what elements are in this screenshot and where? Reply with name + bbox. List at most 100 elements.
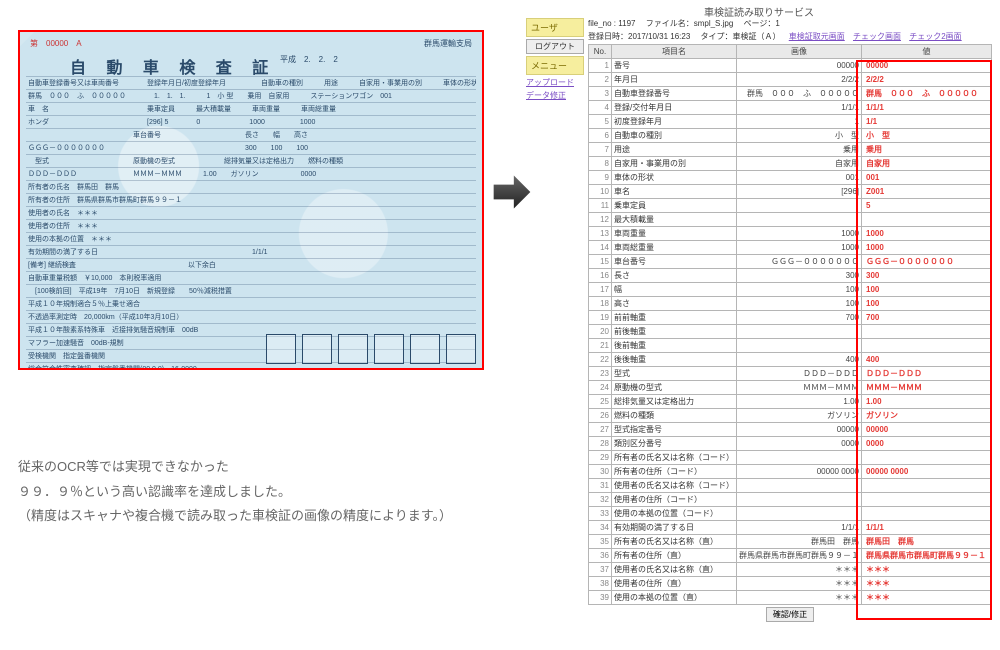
- cell-img: 1/1/1: [737, 521, 862, 535]
- cell-val[interactable]: [862, 507, 992, 521]
- check-screen-link[interactable]: チェック画面: [853, 32, 901, 41]
- cell-no: 9: [589, 171, 612, 185]
- origin-screen-link[interactable]: 車検証取元画面: [789, 32, 845, 41]
- cell-no: 33: [589, 507, 612, 521]
- table-row: 39使用の本拠の位置（直）＊＊＊＊＊＊: [589, 591, 992, 605]
- table-row: 8自家用・事業用の別自家用自家用: [589, 157, 992, 171]
- cell-val[interactable]: 0000: [862, 437, 992, 451]
- col-val: 値: [862, 45, 992, 59]
- table-row: 11乗車定員5: [589, 199, 992, 213]
- cell-val[interactable]: [862, 213, 992, 227]
- cert-line: [備考] 継続検査 以下余白: [26, 258, 476, 271]
- cell-val[interactable]: ＭＭＭ－ＭＭＭ: [862, 381, 992, 395]
- cell-name: 類別区分番号: [612, 437, 737, 451]
- cell-no: 30: [589, 465, 612, 479]
- cell-val[interactable]: 1/1/1: [862, 101, 992, 115]
- cell-val[interactable]: [862, 339, 992, 353]
- cell-no: 20: [589, 325, 612, 339]
- table-row: 14車両総重量10001000: [589, 241, 992, 255]
- cell-img: [737, 325, 862, 339]
- cert-line: 使用者の氏名 ＊＊＊: [26, 206, 476, 219]
- cell-no: 2: [589, 73, 612, 87]
- cell-img: [737, 507, 862, 521]
- cell-val[interactable]: 00000: [862, 423, 992, 437]
- cell-val[interactable]: [862, 451, 992, 465]
- cell-val[interactable]: [862, 479, 992, 493]
- cell-val[interactable]: 群馬 ０００ ふ ０００００: [862, 87, 992, 101]
- cert-stamp-boxes: [266, 334, 476, 364]
- cell-val[interactable]: [862, 493, 992, 507]
- table-row: 26燃料の種類ガソリンガソリン: [589, 409, 992, 423]
- cell-no: 7: [589, 143, 612, 157]
- cell-img: 00000: [737, 59, 862, 73]
- table-row: 30所有者の住所（コード）00000 000000000 0000: [589, 465, 992, 479]
- cell-val[interactable]: 001: [862, 171, 992, 185]
- cert-line: ＤＤＤ－ＤＤＤ ＭＭＭ－ＭＭＭ 1.00 ガソリン 0000: [26, 167, 476, 180]
- datafix-link[interactable]: データ修正: [526, 90, 584, 101]
- cell-no: 31: [589, 479, 612, 493]
- cell-val[interactable]: ＤＤＤ－ＤＤＤ: [862, 367, 992, 381]
- cell-val[interactable]: 小 型: [862, 129, 992, 143]
- cell-val[interactable]: 1.00: [862, 395, 992, 409]
- cell-val[interactable]: 群馬田 群馬: [862, 535, 992, 549]
- table-row: 32使用者の住所（コード）: [589, 493, 992, 507]
- cell-val[interactable]: 1/1: [862, 115, 992, 129]
- cert-title: 自 動 車 検 査 証: [70, 54, 276, 78]
- col-no: No.: [589, 45, 612, 59]
- cell-val[interactable]: 00000: [862, 59, 992, 73]
- cell-val[interactable]: 2/2/2: [862, 73, 992, 87]
- cell-no: 39: [589, 591, 612, 605]
- cell-img: [737, 199, 862, 213]
- cell-img: 自家用: [737, 157, 862, 171]
- cell-val[interactable]: 群馬県群馬市群馬町群馬９９－１: [862, 549, 992, 563]
- cert-line: 平成１０年規制適合５％上乗せ適合: [26, 297, 476, 310]
- cell-img: 1000: [737, 227, 862, 241]
- cell-name: 使用者の氏名又は名称（コード）: [612, 479, 737, 493]
- confirm-button[interactable]: 確認/修正: [766, 607, 814, 622]
- check2-screen-link[interactable]: チェック2画面: [909, 32, 961, 41]
- cell-val[interactable]: ＊＊＊: [862, 577, 992, 591]
- cell-val[interactable]: 700: [862, 311, 992, 325]
- cell-val[interactable]: 00000 0000: [862, 465, 992, 479]
- table-row: 36所有者の住所（直）群馬県群馬市群馬町群馬９９－１群馬県群馬市群馬町群馬９９－…: [589, 549, 992, 563]
- cell-val[interactable]: 100: [862, 283, 992, 297]
- table-row: 20前後軸重: [589, 325, 992, 339]
- cell-val[interactable]: ＊＊＊: [862, 563, 992, 577]
- cell-img: 00000: [737, 423, 862, 437]
- cell-val[interactable]: Z001: [862, 185, 992, 199]
- cell-val[interactable]: 1000: [862, 241, 992, 255]
- cell-no: 17: [589, 283, 612, 297]
- cell-val[interactable]: 400: [862, 353, 992, 367]
- cell-val[interactable]: 自家用: [862, 157, 992, 171]
- cell-no: 37: [589, 563, 612, 577]
- cell-val[interactable]: 300: [862, 269, 992, 283]
- cell-val[interactable]: ＊＊＊: [862, 591, 992, 605]
- cell-val[interactable]: 乗用: [862, 143, 992, 157]
- cert-line: [100検前回] 平成19年 7月10日 新規登録 50％減税措置: [26, 284, 476, 297]
- table-row: 29所有者の氏名又は名称（コード）: [589, 451, 992, 465]
- app-title: 車検証読み取りサービス: [526, 4, 992, 19]
- table-row: 27型式指定番号0000000000: [589, 423, 992, 437]
- cell-name: 所有者の住所（コード）: [612, 465, 737, 479]
- cell-no: 25: [589, 395, 612, 409]
- table-row: 38使用者の住所（直）＊＊＊＊＊＊: [589, 577, 992, 591]
- cert-line: 車台番号 長さ 幅 高さ: [26, 128, 476, 141]
- logout-button[interactable]: ログアウト: [526, 39, 584, 54]
- meta-line1: file_no : 1197 ファイル名：smpl_S.jpg ページ：1: [588, 18, 992, 29]
- cell-val[interactable]: ガソリン: [862, 409, 992, 423]
- cell-name: 使用者の氏名又は名称（直）: [612, 563, 737, 577]
- cell-val[interactable]: [862, 325, 992, 339]
- cell-val[interactable]: 100: [862, 297, 992, 311]
- cell-img: ＤＤＤ－ＤＤＤ: [737, 367, 862, 381]
- upload-link[interactable]: アップロード: [526, 77, 584, 88]
- cell-name: 自動車登録番号: [612, 87, 737, 101]
- cell-val[interactable]: ＧＧＧ－０００００００: [862, 255, 992, 269]
- cell-name: 使用の本拠の位置（コード）: [612, 507, 737, 521]
- cell-no: 34: [589, 521, 612, 535]
- cell-val[interactable]: 1000: [862, 227, 992, 241]
- cell-img: 小 型: [737, 129, 862, 143]
- cell-val[interactable]: 5: [862, 199, 992, 213]
- cert-line: 自動車登録番号又は車両番号 登録年月日/初度登録年月 自動車の種別 用途 自家用…: [26, 76, 476, 89]
- cell-no: 22: [589, 353, 612, 367]
- cell-val[interactable]: 1/1/1: [862, 521, 992, 535]
